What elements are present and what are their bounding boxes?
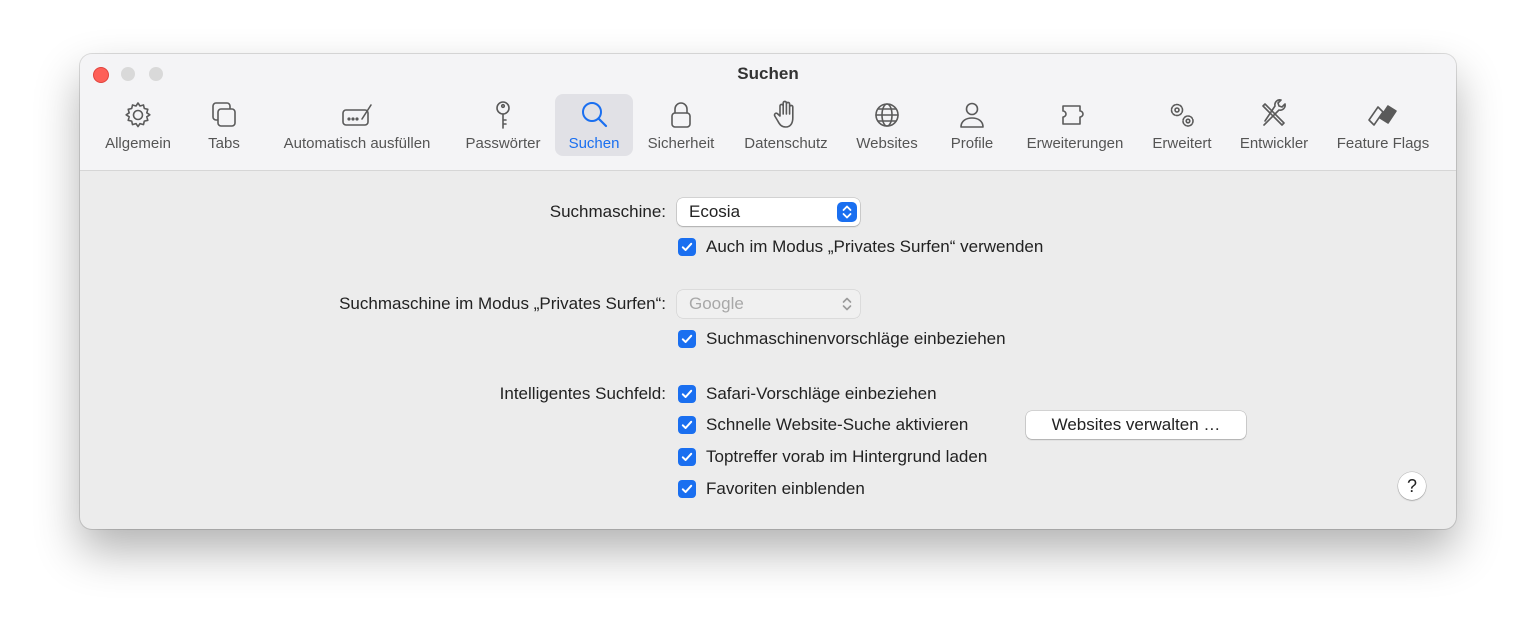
tab-label: Tabs — [208, 135, 240, 152]
tab-erweiterungen[interactable]: Erweiterungen — [1018, 94, 1132, 156]
person-icon — [960, 102, 984, 128]
tabs-icon — [212, 102, 236, 127]
tab-label: Allgemein — [105, 135, 171, 152]
checkbox-label: Toptreffer vorab im Hintergrund laden — [706, 447, 988, 466]
tab-suchen[interactable]: Suchen — [555, 94, 633, 156]
quick-website-search-checkbox[interactable] — [678, 416, 696, 434]
gears-icon — [1170, 103, 1194, 127]
tab-sicherheit[interactable]: Sicherheit — [640, 94, 722, 156]
tab-datenschutz[interactable]: Datenschutz — [734, 94, 838, 156]
show-favorites-option[interactable]: Favoriten einblenden — [678, 478, 865, 500]
gear-icon — [125, 102, 151, 128]
tab-label: Automatisch ausfüllen — [283, 135, 431, 152]
tab-allgemein[interactable]: Allgemein — [95, 94, 181, 156]
tab-erweitert[interactable]: Erweitert — [1146, 94, 1218, 156]
search-engine-label: Suchmaschine: — [549, 202, 666, 221]
tab-label: Feature Flags — [1336, 135, 1430, 152]
suggestions-checkbox[interactable] — [678, 330, 696, 348]
autofill-icon — [342, 104, 372, 126]
lock-icon — [671, 102, 691, 128]
show-favorites-checkbox[interactable] — [678, 480, 696, 498]
tab-label: Passwörter — [465, 135, 541, 152]
preferences-window: Suchen Allgemein Tabs Automatisch ausfül… — [80, 54, 1456, 529]
checkbox-label: Auch im Modus „Privates Surfen“ verwende… — [706, 237, 1044, 256]
tab-label: Suchen — [568, 135, 620, 152]
preload-top-hit-option[interactable]: Toptreffer vorab im Hintergrund laden — [678, 446, 987, 468]
checkbox-label: Safari-Vorschläge einbeziehen — [706, 384, 937, 403]
safari-suggestions-option[interactable]: Safari-Vorschläge einbeziehen — [678, 383, 937, 405]
private-use-option[interactable]: Auch im Modus „Privates Surfen“ verwende… — [678, 236, 1043, 258]
checkbox-label: Favoriten einblenden — [706, 479, 865, 498]
flags-icon — [1368, 105, 1397, 126]
help-button[interactable]: ? — [1398, 472, 1426, 500]
tab-label: Datenschutz — [744, 135, 828, 152]
tab-passwoerter[interactable]: Passwörter — [458, 94, 548, 156]
hand-icon — [773, 100, 794, 128]
checkbox-label: Schnelle Website-Suche aktivieren — [706, 415, 969, 434]
tab-label: Erweiterungen — [1026, 135, 1124, 152]
tab-autofill[interactable]: Automatisch ausfüllen — [270, 94, 444, 156]
preload-top-hit-checkbox[interactable] — [678, 448, 696, 466]
tab-tabs[interactable]: Tabs — [198, 94, 250, 156]
private-search-engine-value: Google — [689, 294, 744, 313]
toolbar: Suchen Allgemein Tabs Automatisch ausfül… — [80, 54, 1456, 171]
smart-field-label: Intelligentes Suchfeld: — [499, 384, 666, 403]
key-icon — [496, 101, 510, 129]
tab-profile[interactable]: Profile — [940, 94, 1004, 156]
window-title: Suchen — [737, 64, 799, 83]
tab-label: Profile — [950, 135, 994, 152]
search-icon — [582, 102, 608, 128]
globe-icon — [875, 103, 899, 127]
quick-website-search-option[interactable]: Schnelle Website-Suche aktivieren — [678, 414, 968, 436]
private-search-engine-label: Suchmaschine im Modus „Privates Surfen“: — [339, 294, 666, 313]
tab-feature-flags[interactable]: Feature Flags — [1330, 94, 1436, 156]
popup-arrows-icon — [837, 294, 857, 314]
popup-arrows-icon — [837, 202, 857, 222]
checkbox-label: Suchmaschinenvorschläge einbeziehen — [706, 329, 1006, 348]
search-engine-popup[interactable]: Ecosia — [677, 198, 860, 226]
safari-suggestions-checkbox[interactable] — [678, 385, 696, 403]
private-search-engine-popup[interactable]: Google — [677, 290, 860, 318]
puzzle-icon — [1062, 105, 1084, 125]
tools-icon — [1262, 99, 1286, 126]
tab-websites[interactable]: Websites — [850, 94, 924, 156]
manage-websites-button[interactable]: Websites verwalten … — [1026, 411, 1246, 439]
private-use-checkbox[interactable] — [678, 238, 696, 256]
tab-entwickler[interactable]: Entwickler — [1232, 94, 1316, 156]
tab-label: Sicherheit — [647, 135, 715, 152]
tab-label: Erweitert — [1152, 135, 1212, 152]
tab-label: Entwickler — [1239, 135, 1309, 152]
tab-label: Websites — [856, 135, 918, 152]
suggestions-option[interactable]: Suchmaschinenvorschläge einbeziehen — [678, 328, 1006, 350]
search-engine-value: Ecosia — [689, 202, 741, 221]
